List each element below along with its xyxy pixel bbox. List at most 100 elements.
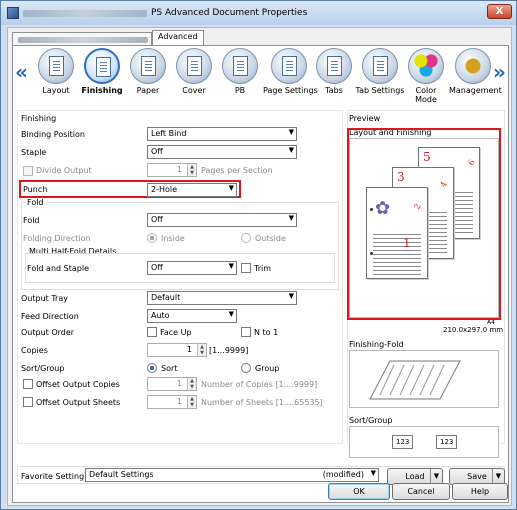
spinner-arrows-icon: ▲ ▼: [197, 344, 206, 356]
feed-direction-label: Feed Direction: [21, 312, 79, 321]
copies-label: Copies: [21, 346, 48, 355]
tab-advanced-label: Advanced: [158, 32, 198, 41]
n-to-1-label: N to 1: [254, 328, 279, 337]
fold-select[interactable]: Off ▼: [147, 213, 297, 227]
favorite-setting-select[interactable]: Default Settings (modified) ▼: [85, 468, 379, 482]
offset-copies-label: Offset Output Copies: [36, 380, 120, 389]
management-icon: [455, 48, 491, 84]
trim-checkbox[interactable]: [241, 263, 251, 273]
scroll-left-icon[interactable]: «: [15, 60, 28, 84]
spinner-arrows-icon: ▲ ▼: [187, 164, 196, 176]
help-button[interactable]: Help: [452, 483, 508, 500]
preview-highlight: [347, 128, 501, 320]
feed-direction-value: Auto: [151, 311, 170, 320]
chevron-down-icon: ▼: [228, 262, 234, 270]
fold-value: Off: [151, 215, 163, 224]
printer-app-icon: [7, 7, 19, 19]
function-icon-bar: « » Layout Finishing Paper Cover PB Page…: [13, 46, 508, 108]
chevron-down-icon: ▼: [228, 184, 234, 192]
tab-paper[interactable]: Paper: [125, 48, 171, 106]
paper-icon: [130, 48, 166, 84]
tab-tab-settings[interactable]: Tab Settings: [355, 48, 405, 106]
offset-copies-checkbox[interactable]: [23, 379, 33, 389]
feed-direction-select[interactable]: Auto ▼: [147, 309, 237, 323]
tab-management[interactable]: Management: [449, 48, 502, 106]
cancel-button[interactable]: Cancel: [392, 483, 450, 500]
fold-illustration-icon: [369, 360, 461, 400]
offset-sheets-label: Offset Output Sheets: [36, 398, 121, 407]
sorted-set-icon: 123: [436, 435, 458, 449]
tab-color-mode[interactable]: Color Mode: [403, 48, 449, 106]
fold-and-staple-select[interactable]: Off ▼: [147, 261, 237, 275]
sort-label: Sort: [161, 364, 178, 373]
tab-tabs[interactable]: Tabs: [311, 48, 357, 106]
folding-outside-radio[interactable]: [241, 233, 251, 243]
sort-group-preview-title: Sort/Group: [349, 416, 393, 425]
tab-page-settings[interactable]: Page Settings: [263, 48, 318, 106]
n-to-1-checkbox[interactable]: [241, 327, 251, 337]
offset-copies-spinner[interactable]: 1 ▲ ▼: [147, 377, 197, 391]
offset-sheets-checkbox[interactable]: [23, 397, 33, 407]
paper-size-code: A4: [487, 319, 495, 326]
cover-icon: [176, 48, 212, 84]
output-tray-select[interactable]: Default ▼: [147, 291, 297, 305]
tab-color-mode-label: Color Mode: [415, 86, 437, 104]
divide-output-checkbox[interactable]: [23, 166, 33, 176]
client-area: Advanced « » Layout Finishing Paper Cove…: [7, 27, 512, 506]
trim-label: Trim: [254, 264, 272, 273]
tab-layout[interactable]: Layout: [33, 48, 79, 106]
output-tray-label: Output Tray: [21, 294, 68, 303]
folding-inside-label: Inside: [161, 234, 185, 243]
divide-output-spinner[interactable]: 1 ▲ ▼: [147, 163, 197, 177]
finishing-title: Finishing: [21, 114, 57, 123]
spinner-arrows-icon: ▲ ▼: [187, 396, 196, 408]
offset-sheets-spinner[interactable]: 1 ▲ ▼: [147, 395, 197, 409]
tab-tab-settings-label: Tab Settings: [355, 86, 405, 95]
divide-output-label: Divide Output: [36, 166, 92, 175]
face-up-checkbox[interactable]: [147, 327, 157, 337]
copies-spinner[interactable]: 1 ▲ ▼: [147, 343, 207, 357]
group-label: Group: [255, 364, 280, 373]
group-radio[interactable]: [241, 363, 251, 373]
punch-select[interactable]: 2-Hole ▼: [147, 183, 237, 197]
copies-range: [1...9999]: [209, 346, 249, 355]
close-button[interactable]: X: [487, 4, 512, 19]
offset-copies-value: 1: [176, 379, 182, 388]
tab-cover-label: Cover: [182, 86, 206, 95]
fold-and-staple-value: Off: [151, 263, 163, 272]
title-bar[interactable]: PS Advanced Document Properties X: [1, 1, 516, 25]
advanced-panel: « » Layout Finishing Paper Cover PB Page…: [12, 45, 509, 503]
face-up-label: Face Up: [160, 328, 192, 337]
chevron-down-icon: ▼: [228, 310, 234, 318]
save-label: Save: [467, 472, 487, 481]
tab-advanced[interactable]: Advanced: [152, 30, 204, 46]
offset-sheets-value: 1: [176, 397, 182, 406]
chevron-down-icon: ▼: [288, 128, 294, 136]
binding-position-value: Left Bind: [151, 129, 187, 138]
tab-tabs-label: Tabs: [325, 86, 343, 95]
preview-title: Preview: [349, 114, 381, 123]
divide-output-value: 1: [176, 165, 182, 174]
sort-radio[interactable]: [147, 363, 157, 373]
punch-label: Punch: [23, 185, 48, 194]
chevron-down-icon: ▼: [430, 469, 442, 484]
staple-select[interactable]: Off ▼: [147, 145, 297, 159]
folding-inside-radio[interactable]: [147, 233, 157, 243]
window-title: PS Advanced Document Properties: [151, 8, 308, 18]
load-label: Load: [405, 472, 425, 481]
binding-position-select[interactable]: Left Bind ▼: [147, 127, 297, 141]
tab-pb[interactable]: PB: [217, 48, 263, 106]
ok-button[interactable]: OK: [328, 483, 390, 500]
favorite-status: (modified): [322, 470, 364, 479]
tab-redacted[interactable]: [12, 32, 152, 46]
offset-copies-unit: Number of Copies [1....9999]: [201, 380, 318, 389]
tab-finishing[interactable]: Finishing: [79, 48, 125, 106]
staple-value: Off: [151, 147, 163, 156]
tab-cover[interactable]: Cover: [171, 48, 217, 106]
finishing-fold-preview: [349, 350, 499, 408]
fold-label: Fold: [23, 216, 40, 225]
offset-sheets-unit: Number of Sheets [1....65535]: [201, 398, 323, 407]
tab-page-settings-label: Page Settings: [263, 86, 318, 95]
favorite-setting-value: Default Settings: [89, 470, 154, 479]
tab-management-label: Management: [449, 86, 502, 95]
